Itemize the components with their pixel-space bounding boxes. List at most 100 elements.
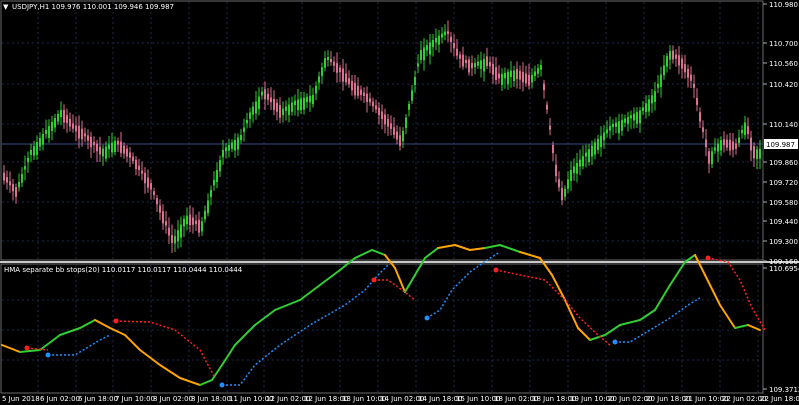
candle-body — [744, 122, 746, 136]
candle-body — [363, 92, 365, 96]
candle-body — [267, 93, 269, 100]
candle-body — [462, 54, 464, 67]
candle-body — [294, 100, 296, 106]
candle-body — [204, 211, 206, 220]
candle-body — [246, 120, 248, 124]
candle-body — [90, 136, 92, 148]
candle-body — [6, 177, 8, 183]
candle-body — [3, 172, 5, 181]
candle-body — [147, 177, 149, 188]
candle-body — [585, 152, 587, 157]
hma-segment-down — [139, 349, 161, 366]
candle-body — [219, 160, 221, 172]
candle-body — [177, 230, 179, 242]
candle-body — [162, 211, 164, 224]
candle-body — [243, 127, 245, 132]
candle-body — [441, 33, 443, 38]
candle-body — [405, 117, 407, 129]
candle-body — [504, 72, 506, 79]
hma-segment-up — [354, 249, 373, 259]
candle-body — [273, 98, 275, 110]
hma-segment-down — [469, 247, 486, 251]
candle-body — [552, 145, 554, 154]
candle-body — [687, 69, 689, 78]
time-axis[interactable]: 5 Jun 2018 6 Jun 02:006 Jun 18:007 Jun 10… — [2, 395, 799, 403]
candle-body — [312, 95, 314, 105]
indicator-axis[interactable]: 110.6954 109.3712 — [763, 265, 799, 394]
candle-body — [498, 73, 500, 79]
candle-body — [258, 96, 260, 110]
candle-body — [486, 56, 488, 67]
candle-body — [21, 174, 23, 183]
candle-body — [378, 107, 380, 115]
candle-body — [666, 56, 668, 67]
candle-body — [129, 152, 131, 158]
candle-body — [195, 220, 197, 225]
hma-segment-up — [734, 324, 749, 329]
stop-line — [374, 279, 416, 301]
candle-body — [459, 54, 461, 59]
candle-body — [723, 139, 725, 146]
candle-body — [171, 235, 173, 243]
candle-body — [627, 116, 629, 124]
hma-segment-down — [94, 319, 111, 329]
hma-segment-down — [454, 244, 471, 251]
candle-body — [168, 227, 170, 236]
candle-body — [351, 80, 353, 91]
stop-line — [707, 257, 766, 331]
candle-body — [516, 68, 518, 80]
candle-body — [546, 104, 548, 110]
candle-body — [636, 112, 638, 124]
hma-segment-down — [694, 254, 706, 276]
symbol-dropdown-icon[interactable]: ▼ — [3, 3, 9, 11]
candle-body — [663, 65, 665, 76]
candle-body — [15, 187, 17, 197]
candle-body — [465, 59, 467, 64]
candle-body — [468, 59, 470, 73]
hma-segment-up — [19, 349, 41, 353]
candle-body — [93, 142, 95, 146]
stop-start-dot — [24, 345, 30, 351]
candle-body — [387, 118, 389, 127]
candle-body — [561, 188, 563, 201]
candle-body — [453, 42, 455, 49]
candle-body — [480, 60, 482, 69]
price-tick-label: 110.700 — [769, 40, 798, 48]
chart-title: USDJPY,H1 109.976 110.001 109.946 109.98… — [12, 3, 174, 11]
candle-body — [654, 91, 656, 102]
price-tick-label: 110.560 — [769, 60, 798, 68]
hma-segment-up — [79, 319, 96, 329]
candle-body — [726, 139, 728, 148]
hma-segment-up — [639, 309, 656, 321]
candle-body — [324, 58, 326, 68]
candle-body — [255, 101, 257, 114]
candle-body — [576, 163, 578, 174]
candle-body — [534, 71, 536, 76]
candle-body — [477, 61, 479, 66]
candle-body — [117, 140, 119, 145]
candle-body — [549, 125, 551, 130]
price-axis[interactable]: 110.980 110.700 110.560 110.420 110.140 109.8… — [763, 1, 798, 266]
candle-body — [180, 224, 182, 238]
hma-segment-up — [59, 327, 81, 336]
candle-body — [201, 221, 203, 232]
candle-body — [153, 191, 155, 196]
candle-body — [222, 150, 224, 158]
candle-body — [57, 114, 59, 122]
candle-body — [315, 85, 317, 94]
candle-body — [570, 170, 572, 181]
candle-body — [36, 142, 38, 155]
candle-body — [753, 146, 755, 159]
candle-body — [66, 115, 68, 124]
candle-body — [366, 93, 368, 102]
chart-window[interactable]: ▼ USDJPY,H1 109.976 110.001 109.946 109.… — [0, 0, 799, 405]
candle-body — [696, 97, 698, 105]
candle-body — [543, 83, 545, 91]
candle-body — [237, 137, 239, 150]
candle-body — [759, 148, 761, 159]
hma-segment-down — [109, 327, 126, 336]
candle-body — [510, 70, 512, 77]
candle-body — [732, 141, 734, 150]
hma-segment-up — [234, 324, 256, 346]
candle-body — [615, 122, 617, 127]
